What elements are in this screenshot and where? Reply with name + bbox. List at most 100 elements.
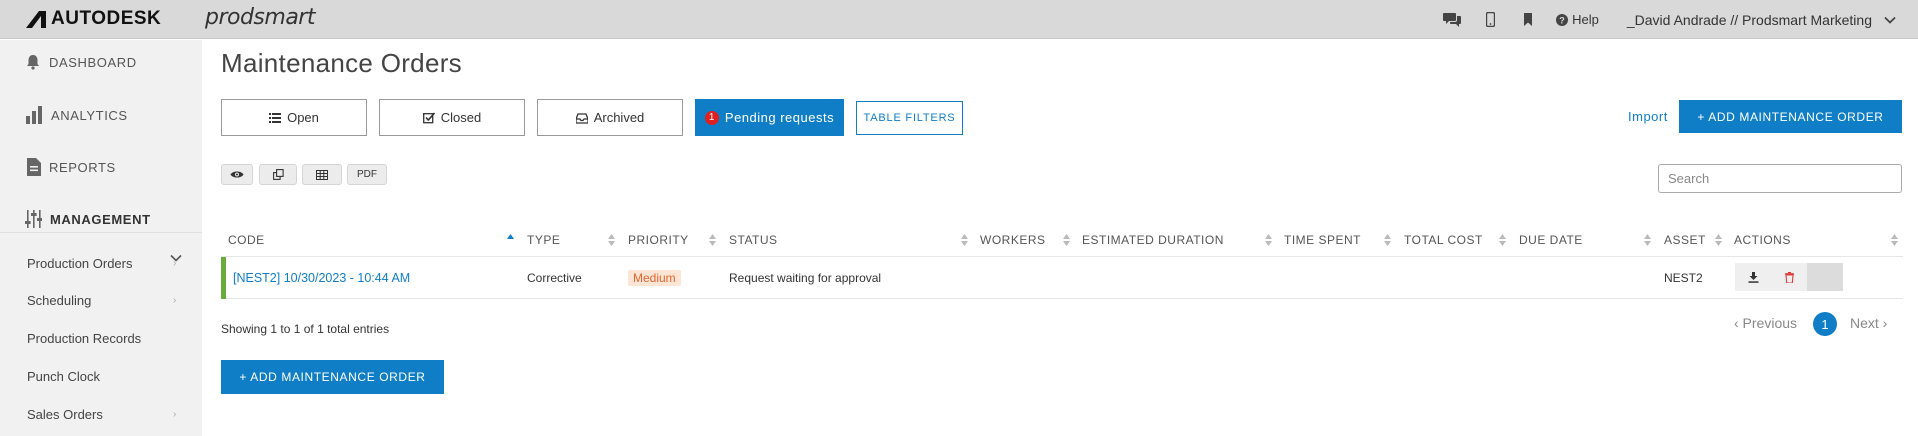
svg-text:?: ?	[1559, 15, 1565, 25]
document-icon	[27, 158, 41, 176]
table-icon	[316, 169, 328, 180]
table-row	[221, 257, 1903, 299]
tab-pending-requests[interactable]: 1 Pending requests	[695, 99, 844, 136]
sort-icon[interactable]	[608, 234, 615, 246]
sidebar-item-label: MANAGEMENT	[50, 211, 151, 227]
sidebar-item-dashboard[interactable]: DASHBOARD	[25, 54, 137, 70]
column-header-total-cost[interactable]: TOTAL COST	[1404, 233, 1483, 247]
help-link[interactable]: ? Help	[1556, 12, 1599, 27]
row-status-indicator	[221, 257, 226, 299]
tab-open[interactable]: Open	[221, 99, 367, 136]
priority-badge: Medium	[628, 270, 681, 286]
bell-icon	[27, 55, 39, 70]
chevron-right-icon: ›	[173, 258, 177, 269]
list-icon	[269, 112, 282, 123]
tab-archived[interactable]: Archived	[537, 99, 683, 136]
help-icon: ?	[1556, 13, 1569, 26]
previous-page-button[interactable]: ‹ Previous	[1734, 315, 1797, 331]
add-maintenance-order-button[interactable]: + ADD MAINTENANCE ORDER	[1679, 100, 1902, 133]
bookmark-icon[interactable]	[1512, 0, 1544, 39]
sidebar-item-management[interactable]: MANAGEMENT	[25, 210, 151, 228]
column-header-status[interactable]: STATUS	[729, 233, 778, 247]
tab-label: Open	[287, 110, 319, 125]
download-button[interactable]	[1735, 263, 1771, 291]
order-asset: NEST2	[1664, 271, 1703, 285]
sort-icon[interactable]	[1499, 234, 1506, 246]
chevron-right-icon: ›	[173, 409, 177, 420]
add-maintenance-order-button-bottom[interactable]: + ADD MAINTENANCE ORDER	[221, 360, 444, 394]
sidebar-item-punch-clock[interactable]: Punch Clock	[27, 369, 100, 384]
sort-asc-icon[interactable]	[507, 234, 514, 246]
sort-icon[interactable]	[1715, 234, 1722, 246]
tab-label: Pending requests	[724, 110, 835, 125]
sidebar-item-analytics[interactable]: ANALYTICS	[25, 106, 128, 124]
sidebar: DASHBOARD ANALYTICS REPORTS MANAGEMENT P…	[0, 40, 202, 436]
user-account[interactable]: _David Andrade // Prodsmart Marketing	[1627, 12, 1872, 28]
chevron-down-icon[interactable]	[1884, 16, 1896, 24]
order-type: Corrective	[527, 271, 582, 285]
more-actions-button[interactable]	[1807, 263, 1843, 291]
sidebar-divider	[0, 232, 202, 233]
column-header-actions: ACTIONS	[1734, 233, 1791, 247]
trash-icon	[1784, 271, 1794, 283]
current-page-button[interactable]: 1	[1813, 312, 1837, 336]
entries-summary: Showing 1 to 1 of 1 total entries	[221, 322, 390, 336]
order-status: Request waiting for approval	[729, 271, 882, 285]
pending-count-badge: 1	[704, 110, 719, 125]
sort-icon[interactable]	[1644, 234, 1651, 246]
sliders-icon	[25, 210, 42, 228]
mobile-icon[interactable]	[1474, 0, 1506, 39]
tab-closed[interactable]: Closed	[379, 99, 525, 136]
sort-icon[interactable]	[1265, 234, 1272, 246]
sidebar-item-reports[interactable]: REPORTS	[25, 158, 116, 176]
column-header-priority[interactable]: PRIORITY	[628, 233, 689, 247]
copy-button[interactable]	[259, 164, 297, 185]
sidebar-item-label: REPORTS	[49, 159, 116, 175]
export-csv-button[interactable]	[302, 164, 342, 185]
next-page-button[interactable]: Next ›	[1850, 315, 1887, 331]
autodesk-mark-icon	[26, 11, 46, 28]
brand-name: AUTODESK	[51, 8, 162, 29]
chat-icon[interactable]	[1436, 0, 1468, 39]
eye-icon	[230, 171, 244, 178]
import-link[interactable]: Import	[1628, 109, 1668, 124]
column-header-type[interactable]: TYPE	[527, 233, 560, 247]
sort-icon[interactable]	[1384, 234, 1391, 246]
chevron-right-icon: ›	[173, 295, 177, 306]
sort-icon[interactable]	[1063, 234, 1070, 246]
column-header-time-spent[interactable]: TIME SPENT	[1284, 233, 1361, 247]
column-header-due-date[interactable]: DUE DATE	[1519, 233, 1583, 247]
column-header-asset[interactable]: ASSET	[1664, 233, 1706, 247]
sort-icon[interactable]	[961, 234, 968, 246]
sidebar-item-production-records[interactable]: Production Records	[27, 331, 141, 346]
toggle-columns-button[interactable]	[221, 164, 253, 185]
tab-label: Closed	[440, 110, 482, 125]
copy-icon	[272, 169, 284, 180]
sidebar-item-production-orders[interactable]: Production Orders	[27, 256, 133, 271]
help-label: Help	[1572, 12, 1599, 27]
order-code: [NEST2] 10/30/2023 - 10:44 AM	[233, 271, 411, 285]
download-icon	[1748, 271, 1758, 283]
column-header-code[interactable]: CODE	[228, 233, 265, 247]
sidebar-item-scheduling[interactable]: Scheduling	[27, 293, 91, 308]
column-header-workers[interactable]: WORKERS	[980, 233, 1046, 247]
sidebar-item-sales-orders[interactable]: Sales Orders	[27, 407, 103, 422]
checkbox-icon	[422, 111, 435, 123]
sort-icon[interactable]	[1891, 234, 1898, 246]
sidebar-item-label: DASHBOARD	[49, 54, 137, 70]
page-title: Maintenance Orders	[221, 48, 462, 78]
export-pdf-button[interactable]: PDF	[347, 164, 387, 185]
column-header-estimated-duration[interactable]: ESTIMATED DURATION	[1082, 233, 1224, 247]
table-filters-button[interactable]: TABLE FILTERS	[856, 101, 963, 135]
search-input[interactable]	[1658, 164, 1902, 193]
sidebar-item-label: ANALYTICS	[51, 107, 128, 123]
inbox-icon	[575, 112, 588, 124]
top-bar: AUTODESK prodsmart ? Help _David Andrade…	[0, 0, 1918, 39]
delete-button[interactable]	[1771, 263, 1807, 291]
sort-icon[interactable]	[709, 234, 716, 246]
bar-chart-icon	[26, 106, 42, 124]
prodsmart-logo: prodsmart	[205, 5, 315, 30]
top-bar-actions: ? Help _David Andrade // Prodsmart Marke…	[1436, 0, 1896, 39]
autodesk-logo[interactable]: AUTODESK	[25, 8, 161, 30]
order-code-link[interactable]: [NEST2] 10/30/2023 - 10:44 AM	[233, 271, 410, 285]
